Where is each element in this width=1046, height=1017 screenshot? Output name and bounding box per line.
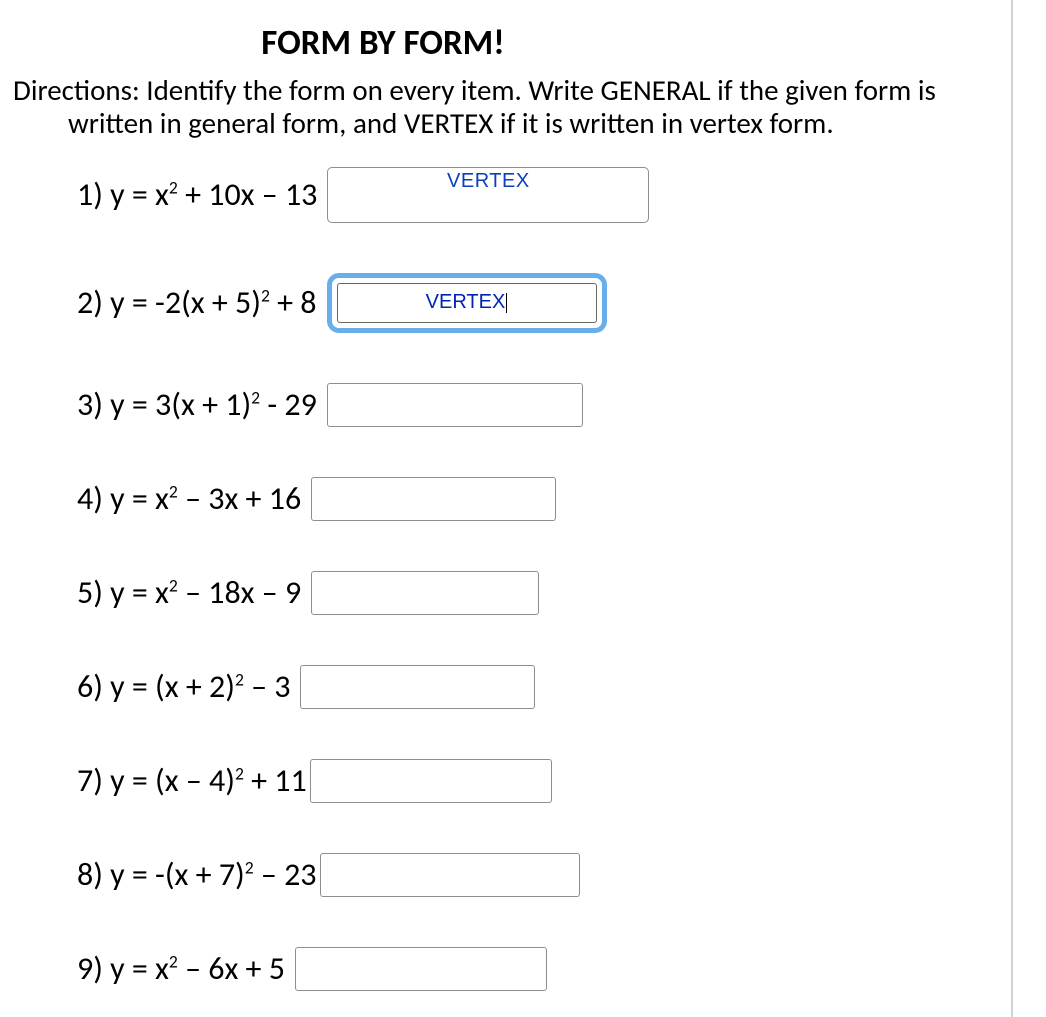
eq-pre: y = x — [110, 573, 169, 612]
equation: 6) y = (x + 2)2 – 3 — [77, 667, 290, 706]
item-row: 9) y = x2 – 6x + 5 — [77, 947, 1041, 991]
answer-input-5[interactable] — [311, 571, 539, 615]
items-list: 1) y = x2 + 10x – 13 VERTEX 2) y = -2(x … — [5, 167, 1041, 991]
answer-text: VERTEX — [426, 291, 508, 314]
item-row: 7) y = (x – 4)2 + 11 — [77, 759, 1041, 803]
item-number: 2) — [77, 283, 103, 322]
eq-pre: y = (x + 2) — [110, 667, 235, 706]
answer-text: VERTEX — [447, 170, 530, 193]
eq-sup: 2 — [169, 575, 178, 597]
item-row: 8) y = -(x + 7)2 – 23 — [77, 853, 1041, 897]
eq-pre: y = -(x + 7) — [110, 855, 245, 894]
page-right-divider — [1011, 0, 1013, 1017]
answer-input-4[interactable] — [311, 477, 556, 521]
eq-pre: y = x — [110, 479, 169, 518]
eq-sup: 2 — [261, 285, 270, 307]
eq-post: – 18x – 9 — [178, 573, 301, 612]
eq-pre: y = x — [110, 949, 169, 988]
equation: 3) y = 3(x + 1)2 - 29 — [77, 385, 317, 424]
eq-sup: 2 — [245, 857, 254, 879]
eq-pre: y = 3(x + 1) — [110, 385, 251, 424]
item-row: 2) y = -2(x + 5)2 + 8 VERTEX — [77, 273, 1041, 333]
eq-pre: y = -2(x + 5) — [110, 283, 261, 322]
item-row: 4) y = x2 – 3x + 16 — [77, 477, 1041, 521]
answer-input-8[interactable] — [320, 853, 580, 897]
eq-sup: 2 — [169, 481, 178, 503]
equation: 9) y = x2 – 6x + 5 — [77, 949, 285, 988]
page-title: FORM BY FORM! — [5, 22, 1041, 64]
equation: 8) y = -(x + 7)2 – 23 — [77, 855, 317, 894]
text-cursor — [506, 293, 507, 313]
eq-post: – 23 — [254, 855, 317, 894]
eq-pre: y = x — [110, 175, 169, 214]
eq-sup: 2 — [235, 669, 244, 691]
item-row: 1) y = x2 + 10x – 13 VERTEX — [77, 167, 1041, 223]
answer-input-2[interactable]: VERTEX — [337, 283, 597, 323]
answer-input-7[interactable] — [310, 759, 552, 803]
eq-post: – 6x + 5 — [178, 949, 285, 988]
item-number: 8) — [77, 855, 103, 894]
eq-sup: 2 — [169, 951, 178, 973]
directions-line-1: Directions: Identify the form on every i… — [13, 72, 936, 108]
equation: 4) y = x2 – 3x + 16 — [77, 479, 301, 518]
eq-sup: 2 — [251, 387, 260, 409]
item-number: 1) — [77, 175, 103, 214]
answer-input-2-focus-ring: VERTEX — [327, 273, 607, 333]
item-number: 7) — [77, 761, 103, 800]
eq-sup: 2 — [169, 177, 178, 199]
directions-line-2: written in general form, and VERTEX if i… — [13, 107, 1011, 140]
item-number: 5) — [77, 573, 103, 612]
eq-sup: 2 — [235, 763, 244, 785]
typed-text: VERTEX — [426, 291, 506, 314]
item-number: 3) — [77, 385, 103, 424]
equation: 7) y = (x – 4)2 + 11 — [77, 761, 307, 800]
eq-pre: y = (x – 4) — [110, 761, 235, 800]
equation: 1) y = x2 + 10x – 13 — [77, 175, 317, 214]
answer-input-9[interactable] — [295, 947, 547, 991]
answer-input-6[interactable] — [300, 665, 535, 709]
eq-post: - 29 — [260, 385, 317, 424]
item-row: 3) y = 3(x + 1)2 - 29 — [77, 383, 1041, 427]
eq-post: – 3x + 16 — [178, 479, 301, 518]
eq-post: – 3 — [244, 667, 291, 706]
item-row: 5) y = x2 – 18x – 9 — [77, 571, 1041, 615]
eq-post: + 10x – 13 — [178, 175, 318, 214]
directions-text: Directions: Identify the form on every i… — [5, 74, 1041, 141]
item-row: 6) y = (x + 2)2 – 3 — [77, 665, 1041, 709]
equation: 2) y = -2(x + 5)2 + 8 — [77, 283, 317, 322]
equation: 5) y = x2 – 18x – 9 — [77, 573, 301, 612]
eq-post: + 11 — [244, 761, 307, 800]
worksheet-page: FORM BY FORM! Directions: Identify the f… — [0, 0, 1046, 1017]
eq-post: + 8 — [270, 283, 317, 322]
answer-input-1[interactable]: VERTEX — [327, 167, 649, 223]
item-number: 4) — [77, 479, 103, 518]
item-number: 6) — [77, 667, 103, 706]
answer-input-3[interactable] — [327, 383, 583, 427]
item-number: 9) — [77, 949, 103, 988]
